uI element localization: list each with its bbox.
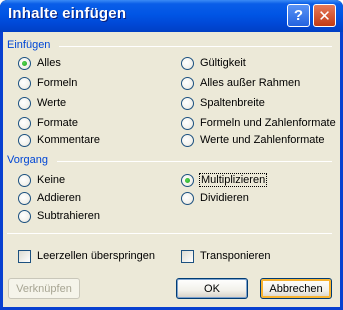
radio-formate[interactable]: Formate	[18, 115, 78, 131]
radio-label: Addieren	[37, 192, 82, 204]
radio-button[interactable]	[181, 96, 194, 110]
dialog-title: Inhalte einfügen	[8, 5, 127, 22]
radio-label: Gültigkeit	[200, 57, 246, 69]
radio-label: Formeln	[37, 77, 78, 89]
radio-formeln[interactable]: Formeln	[18, 75, 77, 91]
group-separator-vorgang	[57, 161, 332, 162]
checkbox-label: Leerzellen überspringen	[37, 250, 156, 262]
dialog-body: Einfügen Alles Formeln Werte Formate Kom…	[3, 32, 340, 307]
close-button[interactable]: ✕	[313, 4, 336, 27]
radio-button[interactable]	[18, 133, 31, 147]
group-separator-einfuegen	[59, 46, 332, 47]
link-button[interactable]: Verknüpfen	[8, 278, 80, 299]
radio-label: Werte	[37, 97, 67, 109]
radio-button[interactable]	[181, 56, 194, 70]
checkbox[interactable]	[18, 249, 31, 263]
radio-addieren[interactable]: Addieren	[18, 190, 81, 206]
radio-label: Dividieren	[200, 192, 249, 204]
radio-alles[interactable]: Alles	[18, 55, 61, 71]
radio-label: Subtrahieren	[37, 210, 100, 222]
radio-label: Formeln und Zahlenformate	[200, 117, 336, 129]
radio-kommentare[interactable]: Kommentare	[18, 132, 100, 148]
group-label-einfuegen: Einfügen	[7, 39, 55, 51]
dialog-window: Inhalte einfügen ? ✕ Einfügen Alles Form…	[0, 0, 343, 310]
radio-werte-und-zahlenformate[interactable]: Werte und Zahlenformate	[181, 132, 325, 148]
radio-button[interactable]	[181, 76, 194, 90]
group-label-vorgang: Vorgang	[7, 154, 52, 166]
radio-alles-ausser-rahmen[interactable]: Alles außer Rahmen	[181, 75, 300, 91]
radio-label: Alles außer Rahmen	[200, 77, 301, 89]
radio-dividieren[interactable]: Dividieren	[181, 190, 249, 206]
radio-werte[interactable]: Werte	[18, 95, 66, 111]
separator-line	[7, 233, 332, 234]
checkbox[interactable]	[181, 249, 194, 263]
radio-formeln-und-zahlenformate[interactable]: Formeln und Zahlenformate	[181, 115, 336, 131]
radio-button[interactable]	[18, 96, 31, 110]
ok-button[interactable]: OK	[176, 278, 248, 299]
radio-button[interactable]	[181, 191, 194, 205]
checkbox-leerzellen-ueberspringen[interactable]: Leerzellen überspringen	[18, 248, 155, 264]
radio-button-checked[interactable]	[181, 173, 194, 187]
radio-label: Formate	[37, 117, 78, 129]
radio-label: Multiplizieren	[198, 173, 268, 187]
radio-multiplizieren[interactable]: Multiplizieren	[181, 172, 268, 188]
radio-button[interactable]	[18, 76, 31, 90]
checkbox-transponieren[interactable]: Transponieren	[181, 248, 271, 264]
close-icon: ✕	[318, 7, 331, 25]
radio-label: Keine	[37, 174, 66, 186]
radio-button[interactable]	[181, 116, 194, 130]
help-icon: ?	[293, 7, 304, 24]
radio-label: Werte und Zahlenformate	[200, 134, 325, 146]
radio-keine[interactable]: Keine	[18, 172, 65, 188]
radio-label: Spaltenbreite	[200, 97, 265, 109]
radio-subtrahieren[interactable]: Subtrahieren	[18, 208, 100, 224]
help-button[interactable]: ?	[287, 4, 310, 27]
radio-gueltigkeit[interactable]: Gültigkeit	[181, 55, 246, 71]
radio-button-checked[interactable]	[18, 56, 31, 70]
radio-spaltenbreite[interactable]: Spaltenbreite	[181, 95, 265, 111]
radio-button[interactable]	[18, 173, 31, 187]
radio-button[interactable]	[18, 209, 31, 223]
radio-button[interactable]	[18, 116, 31, 130]
radio-label: Kommentare	[37, 134, 100, 146]
radio-button[interactable]	[181, 133, 194, 147]
radio-button[interactable]	[18, 191, 31, 205]
title-bar[interactable]: Inhalte einfügen ? ✕	[0, 0, 343, 32]
radio-label: Alles	[37, 57, 61, 69]
checkbox-label: Transponieren	[200, 250, 271, 262]
cancel-button[interactable]: Abbrechen	[260, 278, 332, 299]
